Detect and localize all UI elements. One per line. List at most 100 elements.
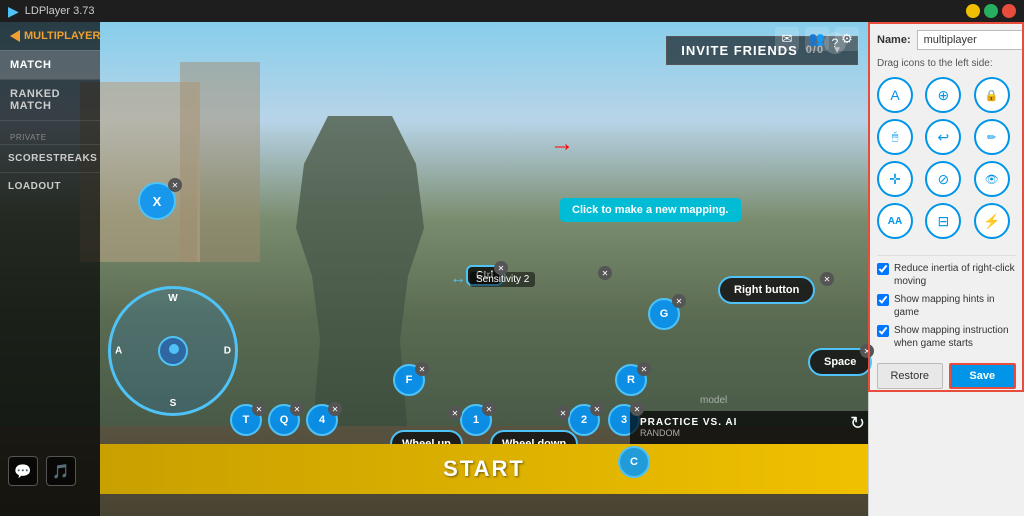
practice-refresh-icon[interactable]: ↻ [850, 413, 865, 434]
wasd-d-label: D [224, 346, 231, 357]
key-3-label: 3 [621, 414, 627, 426]
key-1-close[interactable]: ✕ [482, 402, 496, 416]
back-button[interactable]: MULTIPLAYER [0, 22, 100, 50]
key-r-label: R [627, 374, 635, 386]
mapping-tooltip[interactable]: Click to make a new mapping. [560, 198, 741, 222]
ctrl-close[interactable]: ✕ [494, 261, 508, 275]
key-q-label: Q [280, 414, 289, 426]
wasd-a-label: A [115, 346, 122, 357]
sidebar-item-ranked[interactable]: RANKED MATCH [0, 79, 100, 120]
mapping-icon-scroll[interactable]: 🖱 [877, 119, 913, 155]
sidebar-item-loadout[interactable]: LOADOUT [0, 172, 100, 200]
space-button-label: Space [824, 356, 856, 368]
icon-grid: A ⊕ 🔒 🖱 ↩ ✏ ✛ ⊘ 👁 AA ⊟ ⚡ [877, 77, 1016, 239]
close-button[interactable] [1002, 4, 1016, 18]
key-x-label: X [153, 194, 162, 209]
wheel-up-close[interactable]: ✕ [448, 406, 462, 420]
mapping-icon-eye[interactable]: 👁 [974, 161, 1010, 197]
mapping-icon-plus[interactable]: ✛ [877, 161, 913, 197]
right-panel: Name: ▾ Drag icons to the left side: A ⊕… [868, 22, 1024, 516]
users-icon[interactable]: 👥 [805, 27, 829, 51]
save-button[interactable]: Save [949, 363, 1017, 389]
panel-name-row: Name: ▾ [877, 30, 1016, 50]
mapping-icon-lightning[interactable]: ⚡ [974, 203, 1010, 239]
key-f-close[interactable]: ✕ [415, 362, 429, 376]
checkbox-hints-label: Show mapping hints in game [894, 293, 1016, 319]
checkbox-hints-row: Show mapping hints in game [877, 293, 1016, 319]
chat-button[interactable]: 💬 [8, 456, 38, 486]
mapping-icon-pencil[interactable]: ✏ [974, 119, 1010, 155]
practice-title: PRACTICE VS. AI [640, 417, 858, 428]
key-g-close[interactable]: ✕ [672, 294, 686, 308]
key-t-close[interactable]: ✕ [252, 402, 266, 416]
panel-name-label: Name: [877, 34, 911, 46]
mail-icon[interactable]: ✉ [775, 27, 799, 51]
start-section: START [100, 444, 868, 494]
practice-mode: RANDOM [640, 428, 858, 438]
maximize-button[interactable] [984, 4, 998, 18]
settings-icon[interactable]: ⚙ [835, 27, 859, 51]
sensitivity-close[interactable]: ✕ [598, 266, 612, 280]
joystick-center [158, 336, 188, 366]
start-label: START [443, 456, 525, 482]
right-button-close[interactable]: ✕ [820, 272, 834, 286]
mute-button[interactable]: 🎵 [46, 456, 76, 486]
right-button-label: Right button [734, 284, 799, 296]
title-bar-controls[interactable] [966, 4, 1016, 18]
sensitivity-control[interactable]: ↔ Sensitivity 2 [450, 270, 535, 288]
left-sidebar: MULTIPLAYER MATCH RANKED MATCH PRIVATE S… [0, 22, 100, 516]
checkbox-instruction-label: Show mapping instruction when game start… [894, 324, 1016, 350]
panel-drag-label: Drag icons to the left side: [877, 58, 1016, 69]
minimize-button[interactable] [966, 4, 980, 18]
sidebar-item-scorestreaks[interactable]: SCORESTREAKS [0, 144, 100, 172]
start-button[interactable]: START [100, 444, 868, 494]
title-bar: ▶ LDPlayer 3.73 [0, 0, 1024, 22]
mapping-icon-aa[interactable]: AA [877, 203, 913, 239]
key-3-close[interactable]: ✕ [630, 402, 644, 416]
panel-divider [877, 255, 1016, 256]
mapping-icon-a[interactable]: A [877, 77, 913, 113]
mapping-icon-display[interactable]: ⊟ [925, 203, 961, 239]
joystick-overlay[interactable]: W A D S [108, 286, 238, 416]
key-c-badge[interactable]: C [618, 446, 650, 478]
checkbox-inertia-row: Reduce inertia of right-click moving [877, 262, 1016, 288]
invite-bar: INVITE FRIENDS 0/0 ▼ [100, 30, 868, 70]
right-button[interactable]: Right button [718, 276, 815, 304]
checkbox-instruction[interactable] [877, 325, 889, 337]
app-title: LDPlayer 3.73 [25, 5, 95, 17]
ld-logo-icon: ▶ [8, 3, 19, 20]
checkbox-inertia[interactable] [877, 263, 889, 275]
key-4-close[interactable]: ✕ [328, 402, 342, 416]
restore-button[interactable]: Restore [877, 363, 943, 389]
back-arrow-icon [10, 30, 20, 42]
key-2-close[interactable]: ✕ [590, 402, 604, 416]
checkbox-hints[interactable] [877, 294, 889, 306]
panel-name-input[interactable] [917, 30, 1024, 50]
panel-buttons: Restore Save [877, 363, 1016, 389]
wasd-s-label: S [170, 398, 177, 409]
key-t-label: T [243, 414, 250, 426]
model-text: model [700, 395, 727, 406]
mapping-icon-crosshair[interactable]: ⊕ [925, 77, 961, 113]
key-c-label: C [630, 456, 638, 468]
wasd-w-label: W [168, 293, 177, 304]
key-1-label: 1 [473, 414, 479, 426]
key-r-close[interactable]: ✕ [637, 362, 651, 376]
key-x-close[interactable]: ✕ [168, 178, 182, 192]
key-4-label: 4 [319, 414, 325, 426]
sidebar-item-match[interactable]: MATCH [0, 50, 100, 79]
title-bar-left: ▶ LDPlayer 3.73 [8, 3, 95, 20]
practice-section[interactable]: PRACTICE VS. AI RANDOM [630, 411, 868, 444]
key-q-close[interactable]: ✕ [290, 402, 304, 416]
wheel-down-close[interactable]: ✕ [556, 406, 570, 420]
mapping-icon-lock[interactable]: 🔒 [974, 77, 1010, 113]
mapping-icon-ban[interactable]: ⊘ [925, 161, 961, 197]
header-icons: ✉ 👥 ⚙ [775, 27, 859, 51]
checkbox-inertia-label: Reduce inertia of right-click moving [894, 262, 1016, 288]
building-mid [180, 62, 260, 262]
sensitivity-arrows-icon: ↔ [450, 270, 466, 288]
mapping-icon-gesture[interactable]: ↩ [925, 119, 961, 155]
joystick-dot [169, 344, 179, 354]
space-button-close[interactable]: ✕ [860, 344, 874, 358]
key-f-label: F [406, 374, 413, 386]
